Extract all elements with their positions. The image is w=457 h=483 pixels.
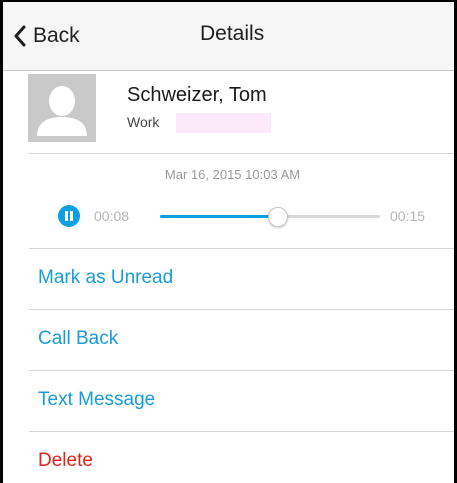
- contact-type: Work: [127, 114, 160, 130]
- back-label: Back: [33, 24, 80, 47]
- page-title: Details: [200, 22, 265, 45]
- avatar: [28, 74, 96, 142]
- elapsed-time: 00:08: [94, 208, 130, 224]
- contact-name: Schweizer, Tom: [127, 84, 267, 106]
- total-time: 00:15: [390, 208, 426, 224]
- text-message-action[interactable]: Text Message: [38, 389, 155, 411]
- pause-button[interactable]: [58, 205, 80, 227]
- delete-action[interactable]: Delete: [38, 450, 93, 472]
- contact-header: Schweizer, Tom Work: [3, 71, 454, 153]
- playback-slider[interactable]: [160, 207, 380, 227]
- nav-bar: Back Details: [3, 2, 454, 71]
- chevron-left-icon: [13, 25, 27, 47]
- divider: [29, 431, 454, 432]
- divider: [29, 370, 454, 371]
- mark-unread-action[interactable]: Mark as Unread: [38, 267, 173, 289]
- back-button[interactable]: Back: [13, 20, 80, 52]
- details-screen: Back Details Schweizer, Tom Work Mar 16,…: [0, 0, 457, 483]
- slider-thumb[interactable]: [267, 207, 288, 227]
- divider: [29, 309, 454, 310]
- divider: [29, 153, 454, 154]
- redacted-number: [176, 113, 271, 133]
- divider: [29, 248, 454, 249]
- playback-progress: [160, 215, 277, 218]
- person-icon: [37, 86, 87, 136]
- message-timestamp: Mar 16, 2015 10:03 AM: [164, 167, 301, 182]
- call-back-action[interactable]: Call Back: [38, 328, 118, 350]
